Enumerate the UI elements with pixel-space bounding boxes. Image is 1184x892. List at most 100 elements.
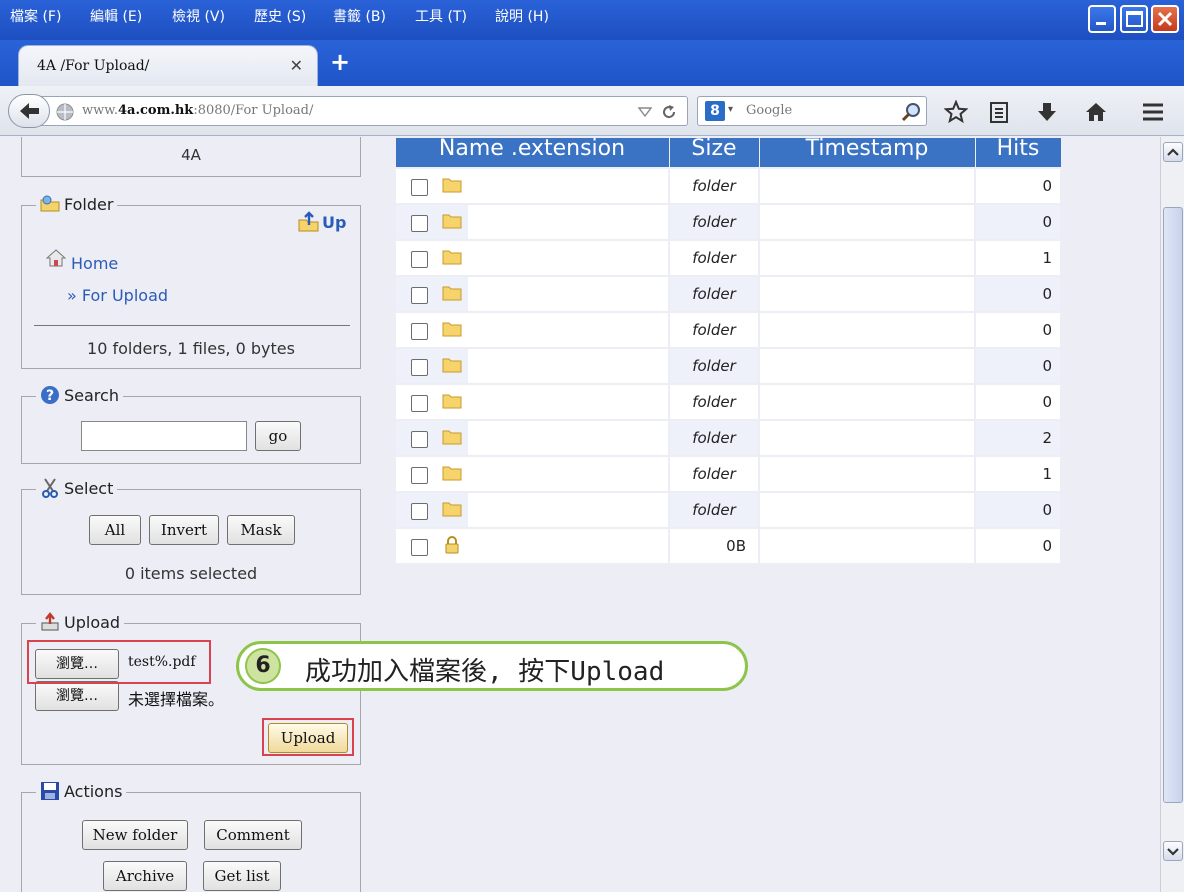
search-bar[interactable]: 8 ▾ Google: [697, 96, 927, 126]
timestamp-cell: [758, 166, 976, 205]
row-checkbox[interactable]: [411, 250, 428, 268]
table-row[interactable]: folder 0: [394, 382, 1062, 421]
current-path-link[interactable]: » For Upload: [67, 286, 168, 305]
tab-close-icon[interactable]: ✕: [290, 56, 303, 75]
upload-highlight-box: [262, 718, 354, 756]
size-cell: folder: [668, 454, 760, 493]
row-checkbox[interactable]: [411, 322, 428, 340]
menu-tools[interactable]: 工具 (T): [415, 6, 467, 26]
up-button[interactable]: Up: [298, 211, 346, 233]
row-checkbox[interactable]: [411, 538, 428, 556]
archive-button[interactable]: Archive: [103, 861, 187, 891]
home-link[interactable]: Home: [71, 254, 118, 273]
name-cell-blank: [468, 528, 668, 563]
size-cell: folder: [668, 202, 760, 241]
engine-dropdown-icon[interactable]: ▾: [728, 104, 733, 115]
table-row[interactable]: 0B 0: [394, 526, 1062, 565]
invert-selection-button[interactable]: Invert: [149, 515, 219, 545]
browse-button-2[interactable]: 瀏覽…: [35, 681, 119, 711]
name-cell: [394, 490, 670, 529]
column-header-size[interactable]: Size: [668, 137, 760, 168]
row-checkbox[interactable]: [411, 358, 428, 376]
up-folder-icon: [298, 211, 319, 232]
dropdown-arrow-icon[interactable]: [638, 106, 652, 118]
google-search-engine-icon[interactable]: 8: [705, 101, 725, 121]
menu-bookmarks[interactable]: 書籤 (B): [333, 6, 386, 26]
name-cell: [394, 310, 670, 349]
menu-help[interactable]: 說明 (H): [495, 6, 549, 26]
reload-icon[interactable]: [660, 103, 678, 121]
menu-file[interactable]: 檔案 (F): [10, 6, 61, 26]
download-icon[interactable]: [1035, 100, 1059, 124]
hits-cell: 1: [974, 454, 1062, 493]
column-header-name[interactable]: Name .extension: [394, 137, 670, 168]
hamburger-menu-icon[interactable]: [1141, 100, 1165, 124]
timestamp-cell: [758, 526, 976, 565]
home-folder-icon: [46, 249, 66, 267]
select-all-button[interactable]: All: [89, 515, 141, 545]
table-row[interactable]: folder 0: [394, 346, 1062, 385]
row-checkbox[interactable]: [411, 502, 428, 520]
table-row[interactable]: folder 0: [394, 202, 1062, 241]
vertical-scrollbar[interactable]: [1160, 137, 1184, 892]
actions-legend-label: Actions: [64, 781, 123, 801]
bookmark-star-icon[interactable]: [944, 100, 968, 124]
timestamp-cell: [758, 454, 976, 493]
search-go-button[interactable]: go: [255, 421, 301, 451]
table-row[interactable]: folder 1: [394, 454, 1062, 493]
hits-cell: 0: [974, 310, 1062, 349]
column-header-hits[interactable]: Hits: [974, 137, 1062, 168]
maximize-button[interactable]: [1120, 5, 1148, 33]
folder-icon: [442, 358, 462, 372]
file-table: Name .extension Size Timestamp Hits fold…: [394, 137, 1062, 565]
home-icon[interactable]: [1084, 100, 1108, 124]
row-checkbox[interactable]: [411, 178, 428, 196]
row-checkbox[interactable]: [411, 214, 428, 232]
hits-cell: 0: [974, 202, 1062, 241]
table-row[interactable]: folder 1: [394, 238, 1062, 277]
row-checkbox[interactable]: [411, 466, 428, 484]
server-title-panel: 4A: [21, 137, 361, 177]
hits-cell: 0: [974, 526, 1062, 565]
get-list-button[interactable]: Get list: [203, 861, 281, 891]
tab-4a-upload[interactable]: 4A /For Upload/ ✕: [18, 45, 318, 86]
table-row[interactable]: folder 0: [394, 490, 1062, 529]
column-header-timestamp[interactable]: Timestamp: [758, 137, 976, 168]
search-legend-label: Search: [64, 385, 119, 405]
scroll-up-button[interactable]: [1163, 142, 1183, 162]
scroll-up-icon: [1167, 148, 1179, 156]
actions-legend: Actions: [36, 781, 127, 801]
back-button[interactable]: [8, 94, 50, 128]
table-row[interactable]: folder 0: [394, 166, 1062, 205]
url-bar[interactable]: www.4a.com.hk:8080/For Upload/: [32, 96, 688, 126]
minimize-button[interactable]: [1088, 5, 1116, 33]
size-cell: folder: [668, 166, 760, 205]
row-checkbox[interactable]: [411, 286, 428, 304]
step-number: 6: [245, 648, 281, 684]
timestamp-cell: [758, 418, 976, 457]
menu-edit[interactable]: 編輯 (E): [90, 6, 142, 26]
table-row[interactable]: folder 0: [394, 310, 1062, 349]
file-table-body: folder 0 folder 0 folder 1 folder 0 folder 0 folde…: [394, 166, 1062, 565]
menu-view[interactable]: 檢視 (V): [172, 6, 225, 26]
folder-summary: 10 folders, 1 files, 0 bytes: [87, 339, 295, 358]
close-window-button[interactable]: [1151, 5, 1179, 33]
table-row[interactable]: folder 0: [394, 274, 1062, 313]
menu-history[interactable]: 歷史 (S): [254, 6, 306, 26]
mask-button[interactable]: Mask: [227, 515, 295, 545]
comment-button[interactable]: Comment: [204, 820, 302, 850]
bookmarks-list-icon[interactable]: [987, 100, 1011, 124]
row-checkbox[interactable]: [411, 430, 428, 448]
scroll-down-button[interactable]: [1163, 841, 1183, 861]
new-folder-button[interactable]: New folder: [82, 820, 188, 850]
scroll-thumb[interactable]: [1163, 207, 1183, 803]
size-cell: folder: [668, 490, 760, 529]
menu-bar: 檔案 (F) 編輯 (E) 檢視 (V) 歷史 (S) 書籤 (B) 工具 (T…: [0, 0, 1184, 40]
new-tab-icon[interactable]: +: [330, 50, 350, 74]
upload-icon: [41, 612, 59, 631]
folder-icon: [442, 430, 462, 444]
search-icon[interactable]: [900, 101, 922, 123]
row-checkbox[interactable]: [411, 394, 428, 412]
table-row[interactable]: folder 2: [394, 418, 1062, 457]
search-input[interactable]: [81, 421, 247, 451]
